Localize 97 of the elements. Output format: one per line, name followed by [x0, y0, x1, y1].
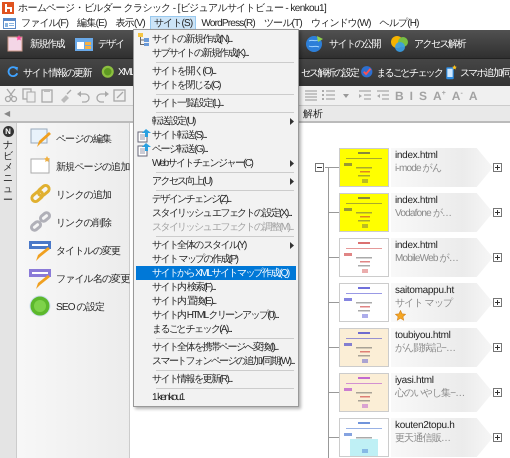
- page-node-tab[interactable]: kouten2topu.h 更天通信販…: [391, 418, 493, 457]
- menu-item[interactable]: 編集(E): [73, 16, 111, 30]
- page-file-name: index.html: [395, 240, 439, 251]
- menu-item[interactable]: サイトから XML サイトマップ作成(Q): [136, 266, 296, 280]
- nav-menu-item[interactable]: ページの編集: [17, 125, 129, 153]
- sitemap-icon: [136, 32, 152, 46]
- toolbar-button[interactable]: デザイ: [72, 34, 126, 54]
- page-file-name: saitomappu.ht: [395, 285, 456, 296]
- page-title: Vodafone が…: [395, 207, 452, 220]
- menu-item[interactable]: 表示(V): [112, 16, 149, 30]
- toolbar-button[interactable]: アクセス解析: [388, 34, 467, 54]
- toolbar-button[interactable]: 新規作成: [4, 34, 66, 54]
- tree-connector: [325, 415, 339, 458]
- menu-item[interactable]: サイト転送(S)...: [136, 128, 296, 142]
- view-tab-label[interactable]: 解析: [299, 106, 323, 120]
- menu-item[interactable]: サイトを閉じる(C): [136, 78, 296, 92]
- align-icon[interactable]: [303, 88, 319, 104]
- page-file-name: iyasi.html: [395, 375, 435, 386]
- expand-icon[interactable]: [493, 253, 502, 262]
- page-title: がん闘病記−…: [395, 342, 456, 355]
- menu-item[interactable]: サイトの新規作成(N)...: [136, 32, 296, 46]
- nav-menu-item[interactable]: リンクの追加: [17, 181, 129, 209]
- expand-icon[interactable]: [493, 433, 502, 442]
- page-title: i-mode がん: [395, 162, 442, 175]
- tab-badge: N: [2, 126, 14, 137]
- menu-item[interactable]: WordPress(R): [197, 16, 259, 30]
- upload-icon: [136, 142, 152, 156]
- menu-item[interactable]: スタイリッシュ エフェクトの設定(X)...: [136, 206, 296, 220]
- page-node-tab[interactable]: toubiyou.html がん闘病記−…: [391, 328, 493, 367]
- label-pencil-icon: [29, 267, 53, 291]
- menu-item[interactable]: サイト全体の スタイル(Y): [136, 238, 296, 252]
- page-file-name: index.html: [395, 150, 439, 161]
- menu-item[interactable]: サイト内 置換(E)...: [136, 294, 296, 308]
- page-title: 更天通信販…: [395, 432, 452, 445]
- toolbar-button[interactable]: まるごとチェック: [360, 65, 442, 80]
- menu-item[interactable]: ツール(T): [260, 16, 306, 30]
- scissors-icon[interactable]: [4, 88, 20, 104]
- menu-item[interactable]: ウィンドウ(W): [306, 16, 375, 30]
- menu-item[interactable]: まるごとチェック(A)...: [136, 322, 296, 336]
- menu-item[interactable]: 1 kenkou1: [136, 390, 296, 404]
- check-icon: [360, 65, 376, 80]
- refresh-icon: [6, 65, 21, 80]
- page-node-tab[interactable]: saitomappu.ht サイト マップ: [391, 283, 493, 322]
- nav-menu-item[interactable]: SEO の設定: [17, 293, 129, 321]
- upload-icon: [136, 128, 152, 142]
- expand-icon[interactable]: [493, 343, 502, 352]
- toolbar-button[interactable]: スマホ追加/同: [444, 65, 510, 80]
- broken-chain-icon: [29, 211, 53, 235]
- menu-item[interactable]: サイト内 検索(F)...: [136, 280, 296, 294]
- copy-icon[interactable]: [22, 88, 38, 104]
- system-menu-icon[interactable]: [3, 18, 16, 28]
- nav-menu-item[interactable]: リンクの削除: [17, 209, 129, 237]
- menu-item[interactable]: ページ転送(G)...: [136, 142, 296, 156]
- toolbar-button[interactable]: セス解析の設定: [301, 66, 358, 80]
- expand-icon[interactable]: [493, 163, 502, 172]
- menu-item[interactable]: サイト全体を携帯ページへ変換(I)...: [136, 340, 296, 354]
- expand-icon[interactable]: [493, 298, 502, 307]
- page-node-tab[interactable]: index.html Vodafone が…: [391, 193, 493, 232]
- menu-item[interactable]: サイト内 HTML クリーンアップ(0)...: [136, 308, 296, 322]
- window-title: ホームページ・ビルダー クラシック - [ビジュアルサイトビュー - kenkou1]: [18, 2, 326, 15]
- frame-icon[interactable]: [112, 88, 128, 104]
- menu-item[interactable]: サイトを開く(O)...: [136, 64, 296, 78]
- page-node-tab[interactable]: index.html i-mode がん: [391, 148, 493, 187]
- menu-item[interactable]: サイト情報を更新(R)...: [136, 372, 296, 386]
- menu-item[interactable]: サイト マップの作成(P): [136, 252, 296, 266]
- menu-item[interactable]: スマートフォンページの追加/同期(W)...: [136, 354, 296, 368]
- globe-icon: [305, 34, 325, 54]
- menu-item[interactable]: ファイル(F): [17, 16, 72, 30]
- page-title: サイト マップ: [395, 296, 454, 310]
- nav-menu-item[interactable]: 新規ページの追加: [17, 153, 129, 181]
- menu-item[interactable]: 転送設定(U): [136, 114, 296, 128]
- page-file-name: kouten2topu.h: [395, 420, 456, 431]
- menu-item[interactable]: アクセス向上(U): [136, 174, 296, 188]
- page-title: MobileWeb が…: [395, 252, 460, 265]
- nav-menu-item[interactable]: ファイル名の変更: [17, 265, 129, 293]
- phone-icon: [444, 65, 460, 80]
- circle-icon: [101, 65, 116, 80]
- circle-icon: [29, 295, 53, 319]
- nav-menu-item[interactable]: タイトルの変更: [17, 237, 129, 265]
- circles-icon: [390, 34, 410, 54]
- label-pencil-icon: [29, 239, 53, 263]
- menu-item[interactable]: サイト一覧/設定(L)...: [136, 96, 296, 110]
- page-node-tab[interactable]: iyasi.html 心のいやし集−…: [391, 373, 493, 412]
- toolbar-button[interactable]: サイト情報の更新: [4, 65, 93, 80]
- expand-icon[interactable]: [493, 208, 502, 217]
- menu-item[interactable]: Webサイトチェンジャー(C): [136, 156, 296, 170]
- menu-item[interactable]: ヘルプ(H): [376, 16, 423, 30]
- page-title: 心のいやし集−…: [395, 386, 466, 400]
- toolbar-button[interactable]: サイトの公開: [303, 34, 382, 54]
- page-node-tab[interactable]: index.html MobileWeb が…: [391, 238, 493, 277]
- collapse-icon[interactable]: [315, 163, 324, 172]
- menu-item[interactable]: デザインチェンジ(Z)...: [136, 192, 296, 206]
- expand-icon[interactable]: [493, 388, 502, 397]
- page-file-name: toubiyou.html: [395, 330, 452, 341]
- page-file-name: index.html: [395, 195, 439, 206]
- navi-menu-tab[interactable]: ナビメニュー: [3, 140, 13, 206]
- menu-item[interactable]: サブサイトの新規作成(K)...: [136, 46, 296, 60]
